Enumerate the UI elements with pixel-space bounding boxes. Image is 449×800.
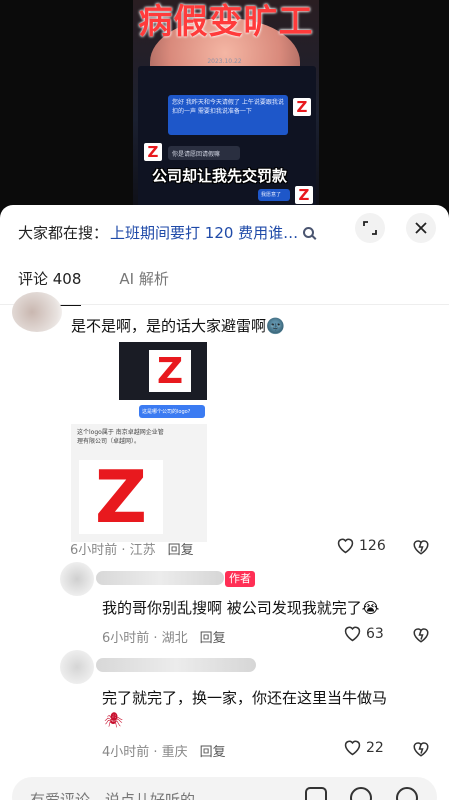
mention-icon[interactable] (350, 787, 372, 800)
video-title-overlay: 病假变旷工 (138, 2, 314, 42)
avatar[interactable] (60, 562, 94, 596)
comment-text: 完了就完了，换一家，你还在这里当牛做马 (102, 689, 388, 707)
comment-input-placeholder[interactable]: 有爱评论，说点儿好听的 (30, 789, 195, 800)
reply-button[interactable]: 回复 (200, 631, 226, 646)
comment-meta: 6小时前 · 湖北 回复 (102, 631, 226, 646)
emoji-icon[interactable] (396, 787, 418, 800)
z-logo-icon: Z (293, 98, 311, 116)
comment-text: 我的哥你别乱搜啊 被公司发现我就完了😭 (102, 599, 380, 617)
comment-meta: 6小时前 · 江苏 回复 (70, 543, 194, 558)
comment-image[interactable]: Z 这是哪个公司的logo? 这个logo属于 南京卓越网企业管理有限公司（卓越… (71, 342, 209, 542)
avatar[interactable] (60, 650, 94, 684)
close-icon (415, 222, 427, 234)
reply-button[interactable]: 回复 (168, 543, 194, 558)
reply-button[interactable]: 回复 (200, 745, 226, 760)
comment-meta: 4小时前 · 重庆 回复 (102, 745, 226, 760)
emoji: 😭 (361, 599, 380, 617)
image-header: Z (119, 342, 207, 400)
heart-icon (337, 538, 354, 554)
author-badge: 作者 (225, 571, 255, 587)
chat-bubble-1: 您好 我昨天和今天请假了 上午说要跟我说扣的一声 需要扣我说准备一下 (168, 95, 288, 135)
video-subtitle: 公司却让我先交罚款 (152, 167, 288, 185)
z-logo-icon: Z (79, 455, 163, 539)
chat-time: 2023.10.22 (207, 58, 242, 65)
image-chip: 这是哪个公司的logo? (139, 405, 205, 418)
like-count: 126 (359, 537, 386, 554)
divider (0, 304, 449, 305)
comment-text: 是不是啊，是的话大家避雷啊🌚 (71, 317, 285, 335)
avatar[interactable] (12, 292, 62, 332)
heart-icon (344, 740, 361, 756)
expand-button[interactable] (355, 213, 385, 243)
dislike-icon[interactable] (412, 538, 430, 556)
like-button[interactable]: 126 (336, 537, 386, 554)
emoji: 🌚 (266, 317, 285, 335)
image-card: 这个logo属于 南京卓越网企业管理有限公司（卓越网）。 Z (71, 424, 207, 542)
search-icon[interactable] (303, 226, 315, 238)
username[interactable] (96, 571, 224, 585)
z-logo-icon: Z (144, 143, 162, 161)
video-player[interactable]: 病假变旷工 2023.10.22 您好 我昨天和今天请假了 上午说要跟我说扣的一… (0, 0, 449, 215)
search-query[interactable]: 上班期间要打 120 费用谁… (110, 222, 298, 243)
z-logo-icon: Z (295, 186, 313, 204)
dislike-icon[interactable] (412, 626, 430, 644)
z-logo-icon: Z (149, 350, 191, 392)
like-count: 63 (366, 625, 384, 642)
chat-bubble-3: 我愿意了 (258, 189, 290, 201)
heart-icon (344, 626, 361, 642)
search-prefix: 大家都在搜： (18, 223, 109, 242)
like-count: 22 (366, 739, 384, 756)
tab-ai-analysis[interactable]: AI 解析 (119, 268, 168, 306)
search-suggestion[interactable]: 大家都在搜： 上班期间要打 120 费用谁… (18, 219, 328, 245)
comment-input-bar[interactable]: 有爱评论，说点儿好听的 (12, 777, 437, 800)
emoji: 🕷 (104, 711, 124, 729)
image-icon[interactable] (305, 787, 327, 800)
dislike-icon[interactable] (412, 740, 430, 758)
like-button[interactable]: 63 (343, 625, 384, 642)
expand-icon (363, 221, 377, 235)
username[interactable] (96, 658, 256, 672)
chat-bubble-2: 你是请愿回请假嘛 (168, 146, 240, 160)
image-card-text: 这个logo属于 南京卓越网企业管理有限公司（卓越网）。 (77, 429, 164, 445)
like-button[interactable]: 22 (343, 739, 384, 756)
close-button[interactable] (406, 213, 436, 243)
comment-sheet: 大家都在搜： 上班期间要打 120 费用谁… 评论 408 AI 解析 是不是啊… (0, 205, 449, 800)
